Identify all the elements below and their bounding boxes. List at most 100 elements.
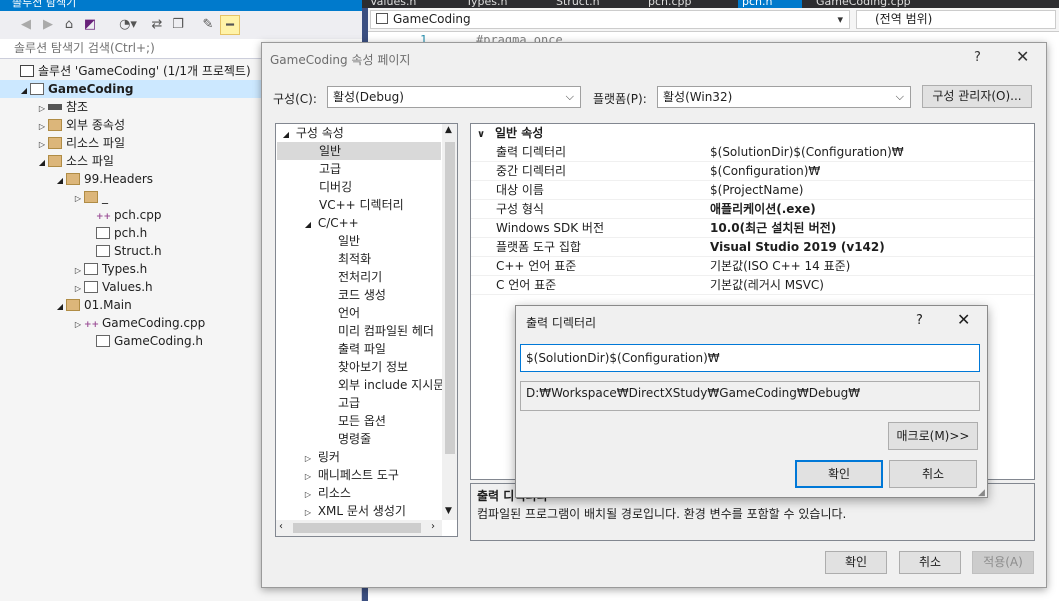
- tree-item-external-includes[interactable]: 외부 include 지시문: [338, 376, 444, 394]
- tree-item-resource-files[interactable]: ▷ 리소스 파일: [36, 134, 125, 152]
- expand-arrow-icon[interactable]: ▷: [72, 190, 84, 208]
- tree-label: C/C++: [317, 216, 359, 230]
- cancel-button[interactable]: 취소: [899, 551, 961, 574]
- ok-button[interactable]: 확인: [795, 460, 883, 488]
- grid-row-target-name[interactable]: 대상 이름 $(ProjectName): [471, 181, 1034, 200]
- cancel-button[interactable]: 취소: [889, 460, 977, 488]
- collapse-arrow-icon[interactable]: ◢: [54, 298, 66, 316]
- tree-item-command-line[interactable]: 명령줄: [338, 430, 371, 448]
- tree-item-source-files[interactable]: ◢ 소스 파일: [36, 152, 114, 170]
- copy-icon[interactable]: ❐: [168, 15, 188, 35]
- tree-item-all-options[interactable]: 모든 옵션: [338, 412, 386, 430]
- chevron-down-icon: ⌵: [895, 90, 904, 103]
- macros-button[interactable]: 매크로(M)>>: [888, 422, 978, 450]
- tree-item-general[interactable]: 일반: [277, 142, 441, 160]
- nav-project-combo[interactable]: GameCoding ▾: [370, 10, 850, 29]
- tree-item-99-headers[interactable]: ◢ 99.Headers: [54, 170, 153, 188]
- collapse-chevron-icon[interactable]: ∨: [477, 126, 495, 144]
- tree-item-pch-cpp[interactable]: ++ pch.cpp: [84, 206, 161, 224]
- config-select[interactable]: 활성(Debug) ⌵: [327, 86, 581, 108]
- sync-icon[interactable]: ⇄: [147, 15, 167, 35]
- tree-item-debugging[interactable]: 디버깅: [319, 178, 352, 196]
- grid-row-toolset[interactable]: 플랫폼 도구 집합 Visual Studio 2019 (v142): [471, 238, 1034, 257]
- tree-item-browse-info[interactable]: 찾아보기 정보: [338, 358, 408, 376]
- tree-item-external-deps[interactable]: ▷ 외부 종속성: [36, 116, 125, 134]
- config-manager-button[interactable]: 구성 관리자(O)...: [922, 85, 1032, 108]
- close-icon[interactable]: ✕: [957, 310, 970, 329]
- expand-arrow-icon[interactable]: ▷: [72, 316, 84, 334]
- back-icon[interactable]: ◀: [16, 15, 36, 35]
- nav-scope-combo[interactable]: (전역 범위): [856, 10, 1056, 29]
- tree-item-vc-directories[interactable]: VC++ 디렉터리: [319, 196, 404, 214]
- collapse-arrow-icon[interactable]: ◢: [36, 154, 48, 172]
- tree-item-pch-h[interactable]: pch.h: [84, 224, 147, 242]
- tree-item-01-main[interactable]: ◢ 01.Main: [54, 296, 132, 314]
- help-icon[interactable]: ?: [974, 50, 981, 65]
- collapse-arrow-icon[interactable]: ◢: [18, 82, 30, 100]
- scrollbar-thumb[interactable]: [445, 142, 455, 454]
- tree-item-struct-h[interactable]: Struct.h: [84, 242, 162, 260]
- tree-item-manifest-tool[interactable]: ▷ 매니페스트 도구: [302, 466, 399, 484]
- grid-row-config-type[interactable]: 구성 형식 애플리케이션(.exe): [471, 200, 1034, 219]
- tree-item-underscore[interactable]: ▷ _: [72, 188, 108, 206]
- grid-row-cpp-standard[interactable]: C++ 언어 표준 기본값(ISO C++ 14 표준): [471, 257, 1034, 276]
- tab-struct-h[interactable]: Struct.h: [556, 0, 600, 8]
- vs-icon[interactable]: ◩: [80, 15, 100, 35]
- scroll-right-icon[interactable]: ›: [431, 521, 435, 532]
- tree-horizontal-scrollbar[interactable]: ‹ ›: [276, 520, 442, 536]
- tree-item-c-cpp[interactable]: ◢ C/C++: [302, 214, 359, 232]
- tab-types-h[interactable]: Types.h: [466, 0, 507, 8]
- resize-grip-icon[interactable]: ◢: [978, 488, 985, 498]
- tree-item-language[interactable]: 언어: [338, 304, 360, 322]
- config-value: 활성(Debug): [333, 90, 404, 104]
- grid-row-output-dir[interactable]: 출력 디렉터리 $(SolutionDir)$(Configuration)₩: [471, 143, 1034, 162]
- tree-item-resources[interactable]: ▷ 리소스: [302, 484, 351, 502]
- help-icon[interactable]: ?: [916, 313, 923, 328]
- tree-item-precompiled-headers[interactable]: 미리 컴파일된 헤더: [338, 322, 434, 340]
- grid-row-sdk-version[interactable]: Windows SDK 버전 10.0(최근 설치된 버전): [471, 219, 1034, 238]
- collapse-arrow-icon[interactable]: ◢: [302, 216, 314, 234]
- tree-item-references[interactable]: ▷ 참조: [36, 98, 88, 116]
- tree-item-values-h[interactable]: ▷ Values.h: [72, 278, 153, 296]
- ok-button[interactable]: 확인: [825, 551, 887, 574]
- tree-item-advanced[interactable]: 고급: [319, 160, 341, 178]
- tree-item-types-h[interactable]: ▷ Types.h: [72, 260, 147, 278]
- tab-pch-h[interactable]: pch.h: [738, 0, 803, 8]
- tab-gamecoding-cpp[interactable]: GameCoding.cpp: [816, 0, 911, 8]
- tab-values-h[interactable]: Values.h: [370, 0, 416, 8]
- grid-row-intermediate-dir[interactable]: 중간 디렉터리 $(Configuration)₩: [471, 162, 1034, 181]
- tree-item-optimization[interactable]: 최적화: [338, 250, 371, 268]
- tree-vertical-scrollbar[interactable]: ▲ ▼: [442, 124, 457, 520]
- collapse-arrow-icon[interactable]: ◢: [54, 172, 66, 190]
- minus-icon[interactable]: ━: [220, 15, 240, 35]
- scroll-left-icon[interactable]: ‹: [279, 521, 283, 532]
- tree-item-gamecoding-cpp[interactable]: ▷ ++ GameCoding.cpp: [72, 314, 205, 332]
- tree-item-gamecoding-h[interactable]: GameCoding.h: [84, 332, 203, 350]
- tree-item-output-files[interactable]: 출력 파일: [338, 340, 386, 358]
- platform-select[interactable]: 활성(Win32) ⌵: [657, 86, 911, 108]
- apply-button[interactable]: 적용(A): [972, 551, 1034, 574]
- scroll-up-icon[interactable]: ▲: [445, 125, 452, 135]
- wrench-icon[interactable]: ✎: [198, 15, 218, 35]
- tree-item-cpp-advanced[interactable]: 고급: [338, 394, 360, 412]
- scroll-down-icon[interactable]: ▼: [445, 506, 452, 516]
- tree-item-linker[interactable]: ▷ 링커: [302, 448, 340, 466]
- output-directory-input[interactable]: $(SolutionDir)$(Configuration)₩: [520, 344, 980, 372]
- tree-item-xml-doc-generator[interactable]: ▷ XML 문서 생성기: [302, 502, 406, 520]
- tree-item-preprocessor[interactable]: 전처리기: [338, 268, 382, 286]
- home-icon[interactable]: ⌂: [59, 15, 79, 35]
- tree-item-cpp-general[interactable]: 일반: [338, 232, 360, 250]
- tree-item-solution[interactable]: 솔루션 'GameCoding' (1/1개 프로젝트): [8, 62, 251, 80]
- tab-pch-cpp[interactable]: pch.cpp: [648, 0, 692, 8]
- forward-icon[interactable]: ▶: [38, 15, 58, 35]
- header-file-icon: [84, 281, 98, 293]
- close-icon[interactable]: ✕: [1016, 47, 1029, 66]
- solution-icon: [20, 65, 34, 77]
- grid-category-general[interactable]: ∨ 일반 속성: [471, 124, 1034, 142]
- history-icon[interactable]: ◔▾: [113, 15, 143, 35]
- tree-item-code-generation[interactable]: 코드 생성: [338, 286, 386, 304]
- tree-item-config-props[interactable]: ◢ 구성 속성: [280, 124, 344, 142]
- tree-label: 코드 생성: [338, 288, 386, 302]
- grid-row-c-standard[interactable]: C 언어 표준 기본값(레거시 MSVC): [471, 276, 1034, 295]
- scrollbar-thumb[interactable]: [293, 523, 421, 533]
